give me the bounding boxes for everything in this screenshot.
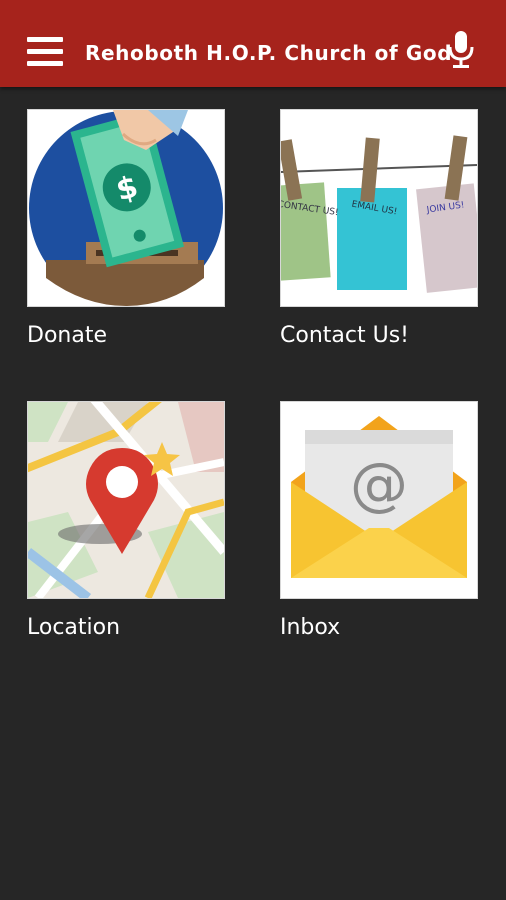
app-title: Rehoboth H.O.P. Church of God <box>85 41 453 65</box>
app-bar: Rehoboth H.O.P. Church of God <box>0 0 506 87</box>
tile-label: Inbox <box>280 615 341 640</box>
tile-label: Donate <box>27 323 107 348</box>
tile-label: Location <box>27 615 121 640</box>
clothesline-notes-icon: CONTACT US! EMAIL US! JOIN US! <box>280 109 478 307</box>
email-envelope-icon: @ <box>280 401 478 599</box>
donation-money-icon: $ <box>27 109 225 307</box>
map-pin-icon <box>27 401 225 599</box>
tile-label: Contact Us! <box>280 323 409 348</box>
svg-text:@: @ <box>350 450 408 518</box>
hamburger-menu-icon[interactable] <box>27 37 63 67</box>
microphone-icon[interactable] <box>448 31 474 69</box>
